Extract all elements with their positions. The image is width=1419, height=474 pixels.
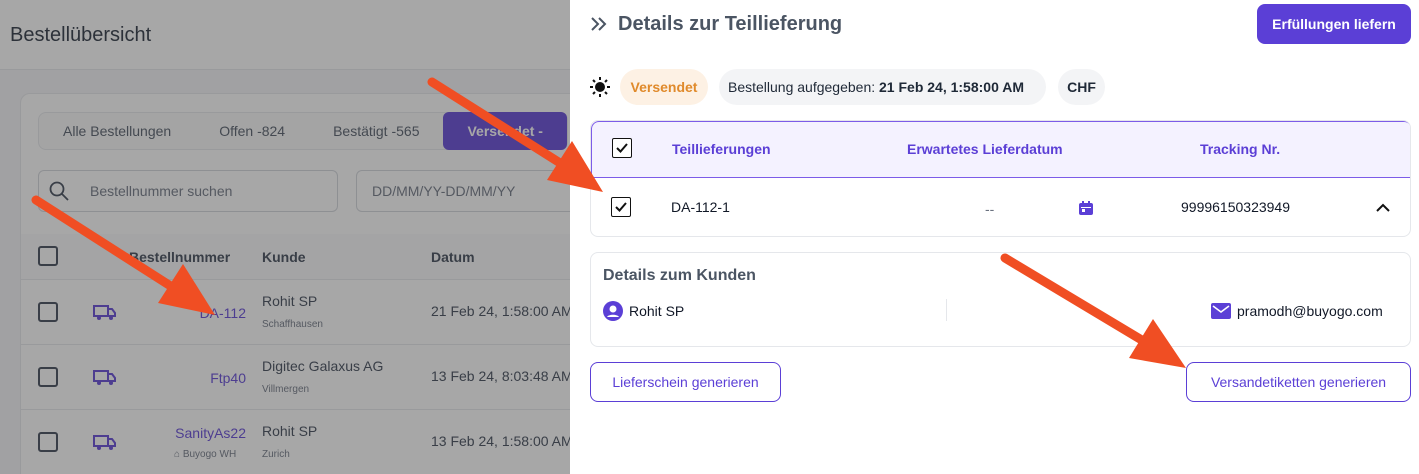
- modal-backdrop[interactable]: [0, 0, 570, 474]
- customer-email[interactable]: pramodh@buyogo.com: [1237, 303, 1383, 319]
- column-partial-deliveries: Teillieferungen: [672, 141, 771, 157]
- generate-shipping-labels-button[interactable]: Versandetiketten generieren: [1186, 362, 1411, 402]
- checkmark-icon: [615, 202, 627, 212]
- calendar-icon[interactable]: [1078, 200, 1094, 216]
- order-placed-label: Bestellung aufgegeben:: [728, 79, 876, 95]
- expected-date-value[interactable]: --: [985, 201, 994, 217]
- generate-delivery-note-button[interactable]: Lieferschein generieren: [590, 362, 781, 402]
- customer-details-card: Details zum Kunden Rohit SP pramodh@buyo…: [590, 252, 1411, 347]
- sun-icon: [590, 77, 610, 97]
- order-placed-badge: Bestellung aufgegeben: 21 Feb 24, 1:58:0…: [719, 69, 1046, 105]
- customer-details-title: Details zum Kunden: [603, 267, 756, 284]
- partial-delivery-panel: Details zur Teillieferung Erfüllungen li…: [570, 0, 1419, 474]
- status-badge: Versendet: [620, 69, 708, 105]
- customer-name: Rohit SP: [629, 303, 685, 319]
- tracking-number: 99996150323949: [1181, 199, 1291, 215]
- row-checkbox[interactable]: [611, 197, 631, 217]
- partial-deliveries-table: Teillieferungen Erwartetes Lieferdatum T…: [590, 120, 1411, 237]
- divider: [946, 299, 947, 321]
- partial-deliveries-header: Teillieferungen Erwartetes Lieferdatum T…: [591, 121, 1410, 178]
- mail-icon: [1211, 303, 1231, 319]
- order-placed-value: 21 Feb 24, 1:58:00 AM: [879, 79, 1025, 95]
- column-expected-date: Erwartetes Lieferdatum: [907, 141, 1063, 157]
- partial-delivery-id: DA-112-1: [671, 199, 730, 215]
- fulfill-deliveries-button[interactable]: Erfüllungen liefern: [1257, 4, 1411, 44]
- column-tracking-number: Tracking Nr.: [1200, 141, 1281, 157]
- user-icon: [603, 301, 623, 321]
- double-chevron-right-icon[interactable]: [590, 15, 608, 33]
- currency-badge: CHF: [1058, 69, 1105, 105]
- chevron-up-icon[interactable]: [1376, 203, 1390, 213]
- panel-title: Details zur Teillieferung: [618, 13, 843, 35]
- select-all-checkbox[interactable]: [612, 138, 632, 158]
- checkmark-icon: [616, 143, 628, 153]
